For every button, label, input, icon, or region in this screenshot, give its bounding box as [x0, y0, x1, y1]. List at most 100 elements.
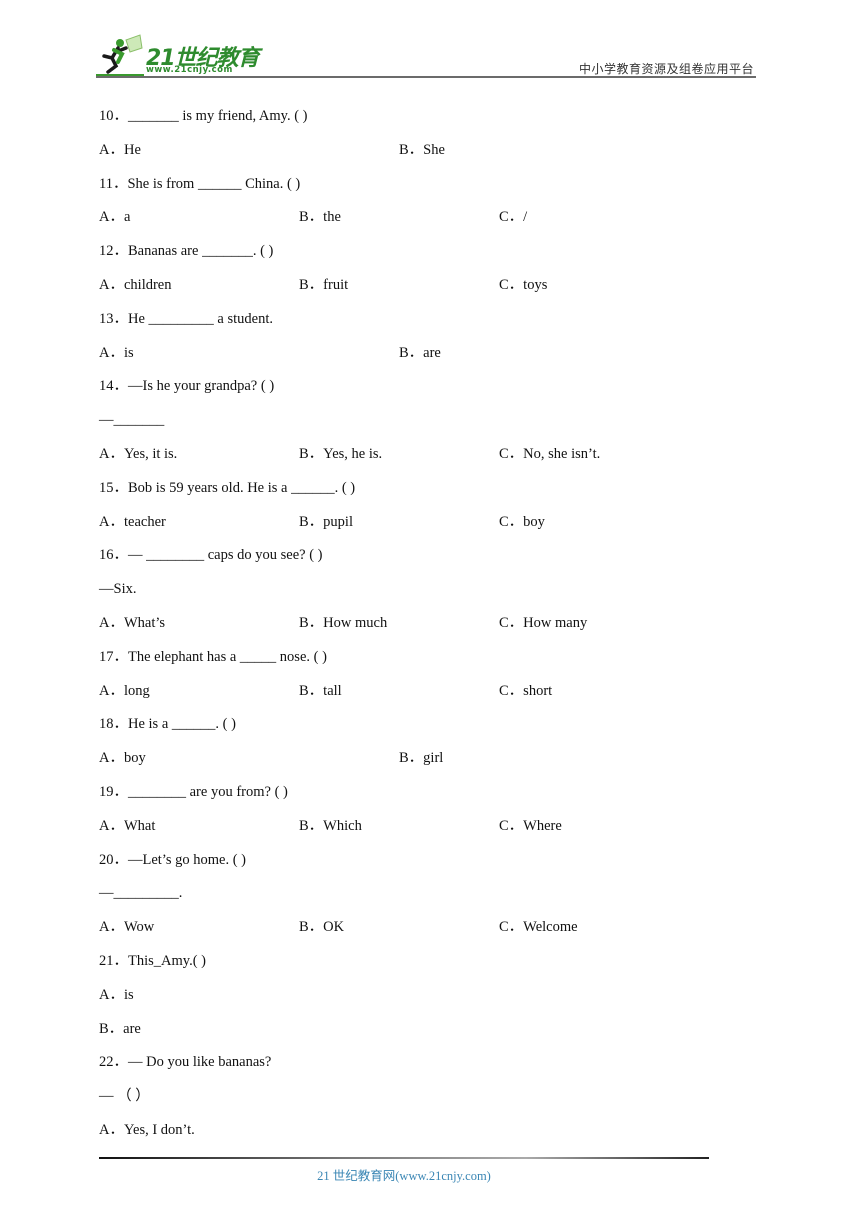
option-text: a — [123, 209, 131, 226]
answer-option[interactable]: C．short — [499, 679, 552, 703]
option-letter: A． — [99, 276, 124, 293]
option-text: Where — [523, 817, 562, 834]
answer-option[interactable]: A．Wow — [99, 915, 154, 939]
question-number: 13． — [99, 310, 128, 327]
answer-option[interactable]: B．are — [99, 1017, 141, 1041]
question-text: — ________ caps do you see? ( ) — [128, 547, 323, 564]
answer-option[interactable]: A．long — [99, 679, 150, 703]
option-letter: B． — [299, 682, 324, 699]
answer-option[interactable]: A．teacher — [99, 510, 166, 534]
question-item: 19．________ are you from? ( ) A．What B．Whi… — [99, 780, 719, 848]
response-line: —Six. — [99, 581, 137, 598]
option-text: What — [123, 817, 156, 834]
option-letter: A． — [99, 141, 124, 158]
option-text: short — [523, 682, 553, 699]
question-number: 15． — [99, 479, 128, 496]
answer-option[interactable]: C．How many — [499, 611, 587, 635]
question-stem: 10．_______ is my friend, Amy. ( ) — [99, 104, 719, 138]
page-header: 21世纪教育 www.21cnjy.com 中小学教育资源及组卷应用平台 — [96, 30, 756, 80]
option-letter: A． — [99, 209, 124, 226]
answer-option[interactable]: B．How much — [299, 611, 387, 635]
question-stem: 19．________ are you from? ( ) — [99, 780, 719, 814]
question-number: 14． — [99, 378, 128, 395]
option-letter: B． — [299, 445, 324, 462]
answer-option[interactable]: B．pupil — [299, 510, 353, 534]
answer-option[interactable]: A．boy — [99, 746, 146, 770]
option-letter: B． — [299, 276, 324, 293]
answer-option[interactable]: A．Yes, I don’t. — [99, 1118, 195, 1142]
question-text: —Let’s go home. ( ) — [128, 851, 246, 868]
answer-option[interactable]: B．the — [299, 205, 341, 229]
question-number: 12． — [99, 243, 128, 260]
answer-option[interactable]: C．boy — [499, 510, 545, 534]
footer-divider — [99, 1157, 709, 1159]
options-row: A．children B．fruit C．toys — [99, 273, 719, 307]
question-text: He _________ a student. — [128, 310, 273, 327]
option-letter: A． — [99, 513, 124, 530]
option-text: How many — [523, 614, 588, 631]
option-letter: C． — [499, 682, 524, 699]
answer-option[interactable]: C．toys — [499, 273, 547, 297]
option-text: Welcome — [523, 919, 578, 936]
answer-option[interactable]: A．What’s — [99, 611, 165, 635]
question-text: —Is he your grandpa? ( ) — [128, 378, 275, 395]
option-text: is — [123, 986, 134, 1003]
question-item: 15．Bob is 59 years old. He is a ______. … — [99, 476, 719, 544]
answer-option[interactable]: A．children — [99, 273, 172, 297]
option-letter: B． — [399, 344, 424, 361]
answer-option[interactable]: B．tall — [299, 679, 342, 703]
option-letter: B． — [299, 817, 324, 834]
option-text: teacher — [123, 513, 166, 530]
question-stem: 22．— Do you like bananas? — [99, 1050, 719, 1084]
question-text: Bananas are _______. ( ) — [128, 243, 274, 260]
answer-option[interactable]: B．Yes, he is. — [299, 442, 382, 466]
answer-option[interactable]: C．Welcome — [499, 915, 578, 939]
answer-option[interactable]: B．She — [399, 138, 445, 162]
option-letter: A． — [99, 682, 124, 699]
answer-option[interactable]: A．a — [99, 205, 130, 229]
option-letter: B． — [299, 209, 324, 226]
answer-option[interactable]: C．/ — [499, 205, 527, 229]
answer-option[interactable]: B．girl — [399, 746, 443, 770]
question-text: The elephant has a _____ nose. ( ) — [128, 648, 327, 665]
answer-option[interactable]: A．What — [99, 814, 155, 838]
answer-option[interactable]: A．He — [99, 138, 141, 162]
option-text: Yes, it is. — [123, 445, 178, 462]
options-row: A．teacher B．pupil C．boy — [99, 510, 719, 544]
option-letter: C． — [499, 817, 524, 834]
question-list: 10．_______ is my friend, Amy. ( ) A．He B．S… — [99, 104, 719, 1152]
answer-option[interactable]: A．is — [99, 341, 134, 365]
option-letter: C． — [499, 276, 524, 293]
option-text: She — [423, 141, 445, 158]
question-text: Bob is 59 years old. He is a ______. ( ) — [128, 479, 356, 496]
answer-option[interactable]: B．fruit — [299, 273, 348, 297]
question-stem: 20．—Let’s go home. ( ) — [99, 848, 719, 882]
question-text: ________ are you from? ( ) — [128, 783, 288, 800]
option-text: children — [123, 276, 172, 293]
question-stem: 21．This_Amy.( ) — [99, 949, 719, 983]
question-text: She is from ______ China. ( ) — [127, 175, 301, 192]
question-item: 16．— ________ caps do you see? ( ) —Six. A… — [99, 543, 719, 644]
footer-text[interactable]: 21 世纪教育网(www.21cnjy.com) — [0, 1165, 808, 1184]
option-text: Yes, he is. — [323, 445, 383, 462]
options-row: A．What B．Which C．Where — [99, 814, 719, 848]
question-stem: 12．Bananas are _______. ( ) — [99, 239, 719, 273]
option-text: tall — [323, 682, 342, 699]
question-number: 10． — [99, 108, 128, 124]
answer-option[interactable]: A．is — [99, 983, 134, 1007]
question-stem: 11．She is from ______ China. ( ) — [99, 172, 719, 206]
question-item: 18．He is a ______. ( ) A．boy B．girl — [99, 712, 719, 780]
logo: 21世纪教育 www.21cnjy.com — [96, 34, 266, 77]
option-text: OK — [323, 919, 345, 936]
option-text: long — [123, 682, 150, 699]
question-stem: 14．—Is he your grandpa? ( ) — [99, 374, 719, 408]
answer-option[interactable]: B．Which — [299, 814, 362, 838]
answer-option[interactable]: B．OK — [299, 915, 344, 939]
option-text: How much — [323, 614, 388, 631]
answer-option[interactable]: A．Yes, it is. — [99, 442, 177, 466]
answer-option[interactable]: B．are — [399, 341, 441, 365]
answer-option[interactable]: C．No, she isn’t. — [499, 442, 600, 466]
question-stem: 16．— ________ caps do you see? ( ) — [99, 543, 719, 577]
option-letter: B． — [399, 141, 424, 158]
answer-option[interactable]: C．Where — [499, 814, 562, 838]
